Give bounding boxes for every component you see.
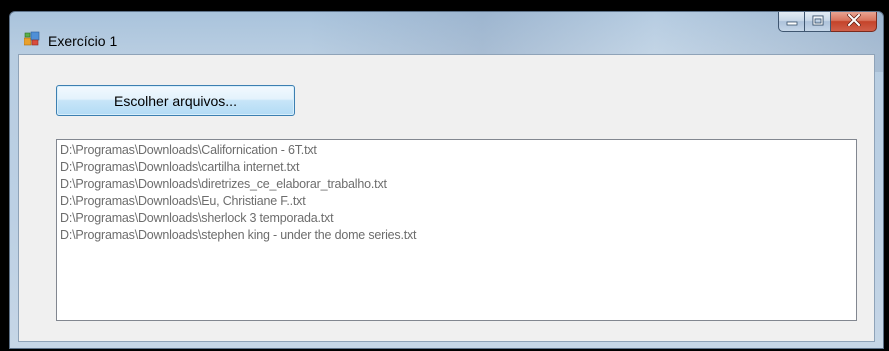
window-title: Exercício 1 [48,33,118,49]
windows-forms-app-icon [23,31,40,47]
list-item[interactable]: D:\Programas\Downloads\Eu, Christiane F.… [60,193,853,210]
minimize-button[interactable] [778,12,805,32]
form-client-area: Escolher arquivos... D:\Programas\Downlo… [18,54,875,342]
maximize-button[interactable] [805,12,831,32]
maximize-icon [812,13,824,31]
caption-buttons [778,12,877,33]
title-bar[interactable]: Exercício 1 [10,12,883,54]
close-icon [846,12,861,31]
app-window: Exercício 1 Escolher arquivos... D:\Prog… [9,11,884,349]
minimize-icon [786,13,798,31]
list-item[interactable]: D:\Programas\Downloads\stephen king - un… [60,227,853,244]
list-item[interactable]: D:\Programas\Downloads\diretrizes_ce_ela… [60,176,853,193]
list-item[interactable]: D:\Programas\Downloads\cartilha internet… [60,159,853,176]
close-button[interactable] [831,12,877,32]
list-item[interactable]: D:\Programas\Downloads\Californication -… [60,142,853,159]
list-item[interactable]: D:\Programas\Downloads\sherlock 3 tempor… [60,210,853,227]
file-listbox[interactable]: D:\Programas\Downloads\Californication -… [56,139,857,321]
choose-files-button[interactable]: Escolher arquivos... [56,85,295,116]
